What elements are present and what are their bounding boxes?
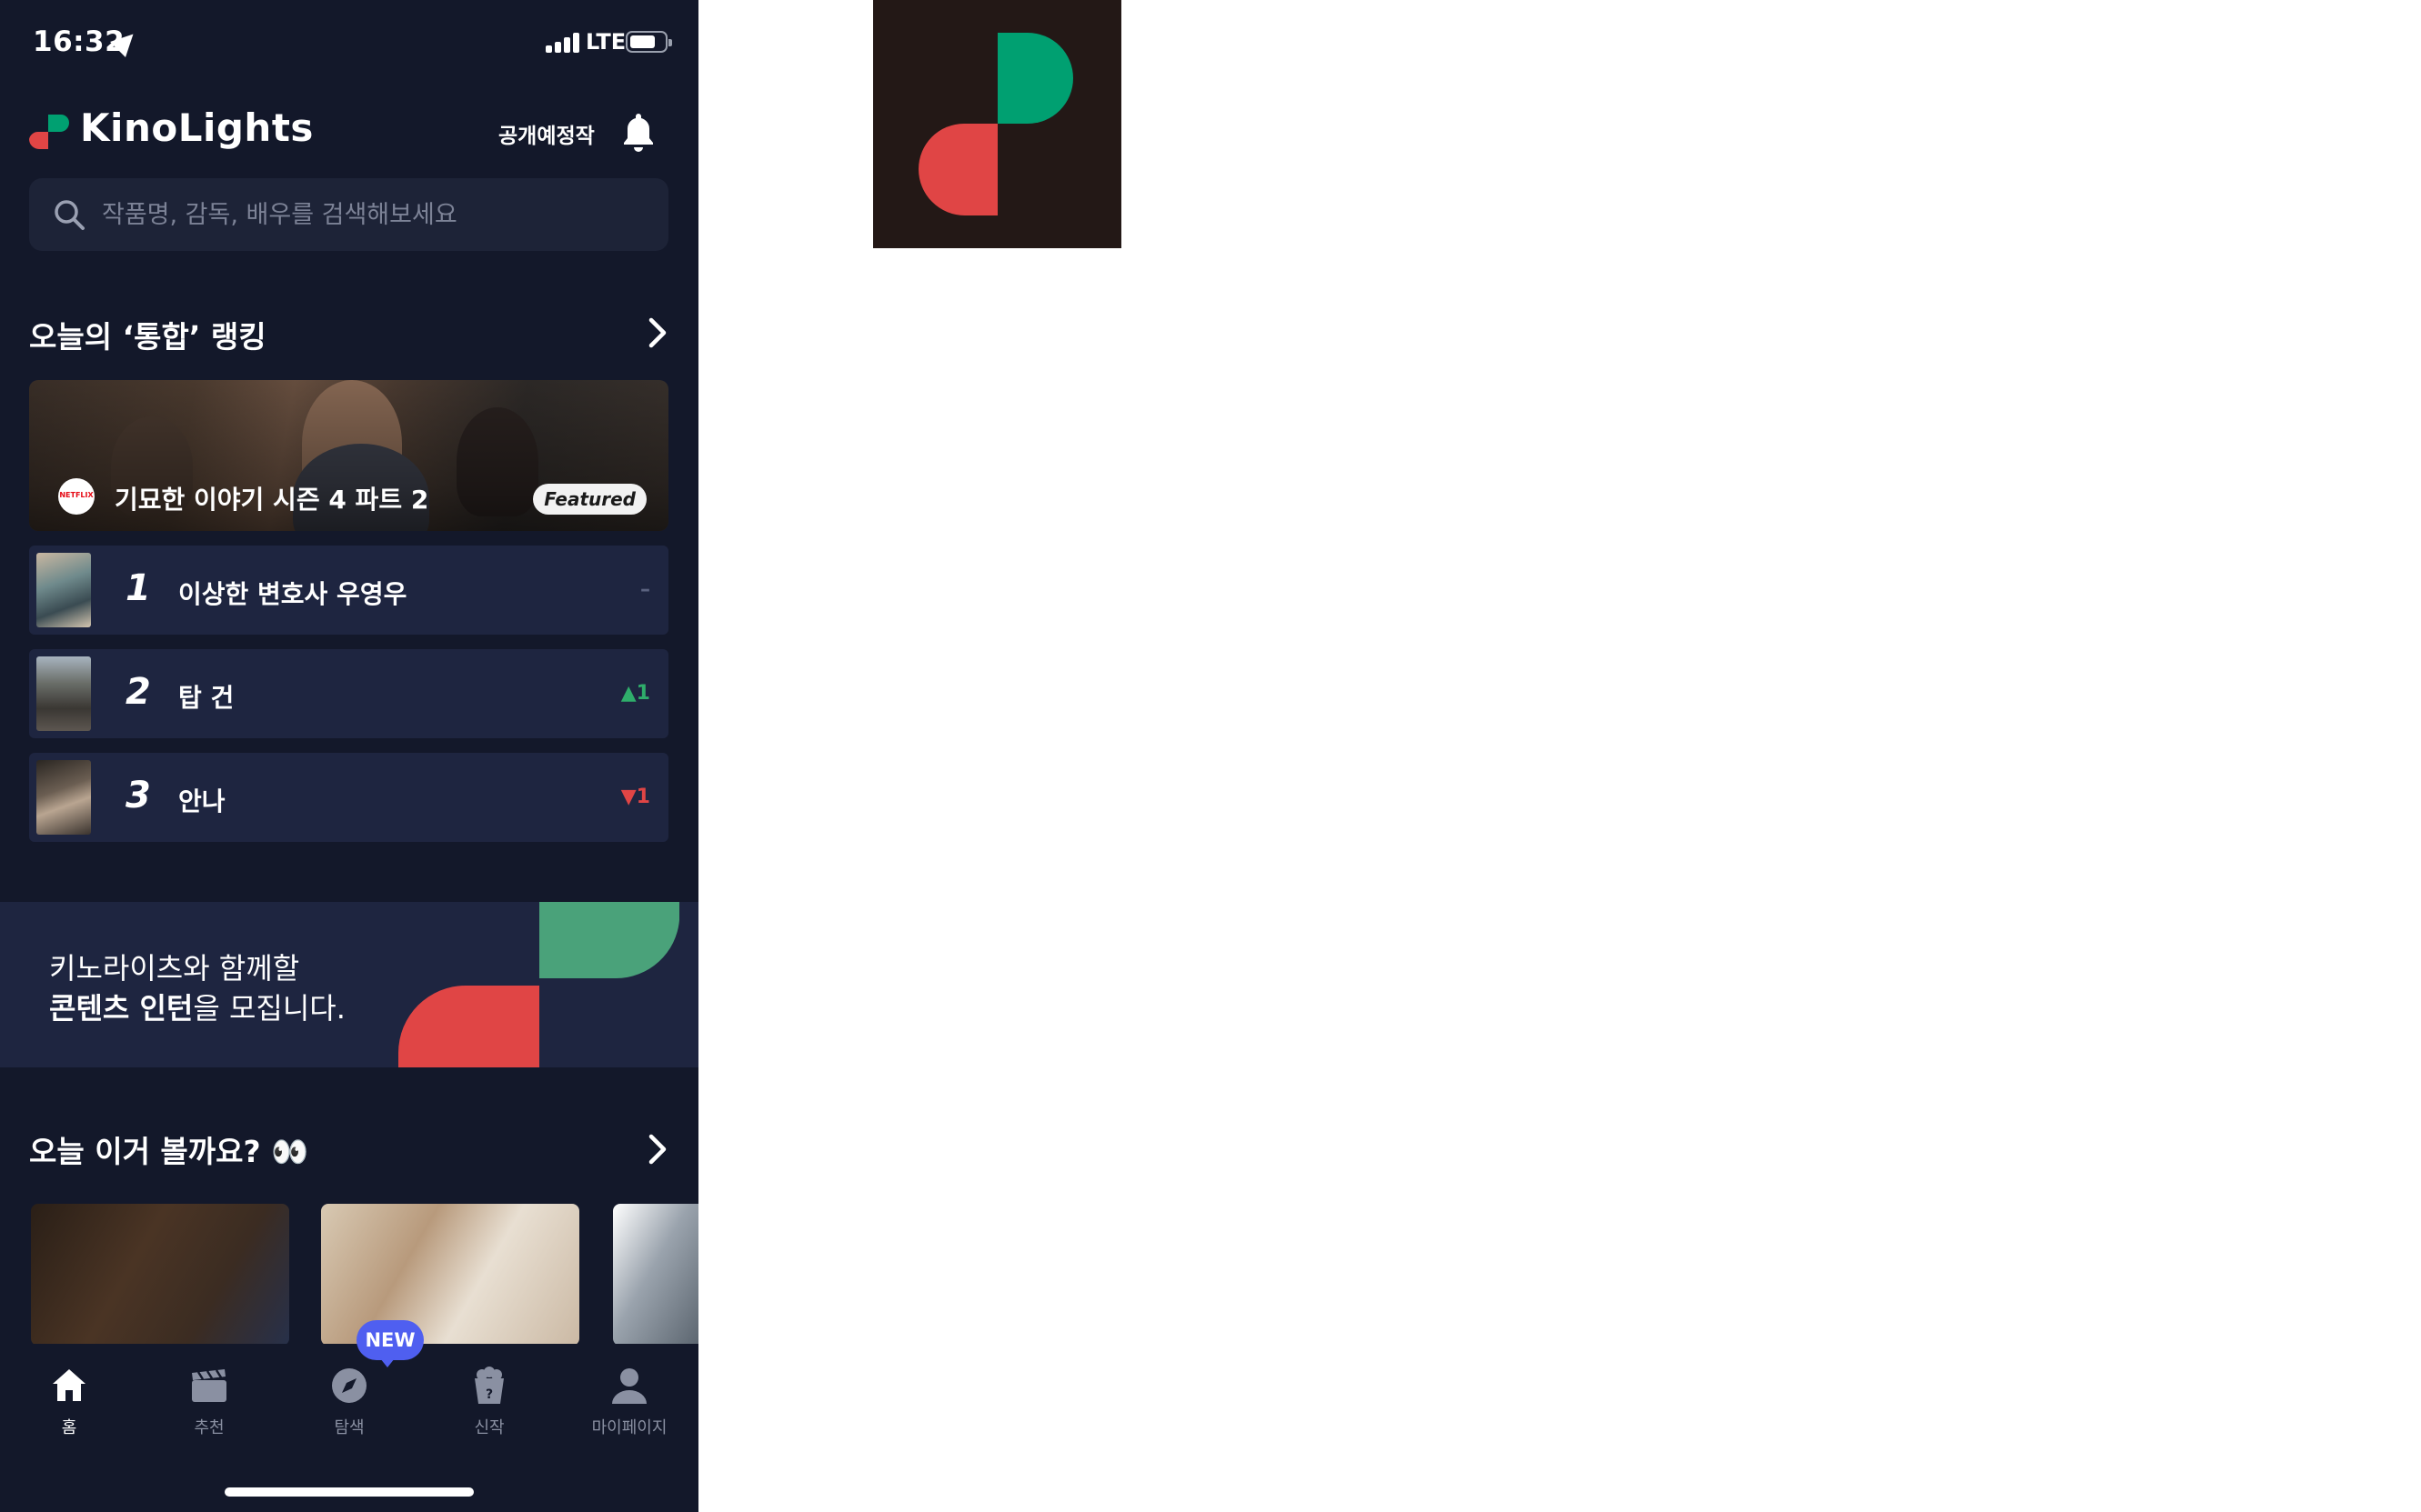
recommend-card[interactable] bbox=[613, 1204, 698, 1346]
home-icon bbox=[53, 1369, 85, 1401]
nav-new-releases[interactable]: ? 신작 bbox=[433, 1344, 542, 1453]
ranking-chevron-right-icon[interactable] bbox=[644, 316, 671, 349]
rank-number: 1 bbox=[126, 567, 151, 609]
banner-line2: 콘텐츠 인턴을 모집니다. bbox=[49, 986, 346, 1027]
search-input[interactable] bbox=[102, 178, 648, 251]
featured-title: 기묘한 이야기 시즌 4 파트 2 bbox=[115, 485, 429, 515]
ranking-section-title: 오늘의 ‘통합’ 랭킹 bbox=[29, 319, 266, 355]
banner-line2-bold: 콘텐츠 인턴 bbox=[49, 991, 194, 1026]
banner-line2-rest: 을 모집니다. bbox=[193, 991, 346, 1026]
poster-thumbnail bbox=[36, 553, 91, 627]
rank-change: – bbox=[640, 578, 650, 601]
ranking-row-3[interactable]: 3 안나 ▼1 bbox=[29, 753, 668, 842]
nav-label: 마이페이지 bbox=[591, 1418, 668, 1437]
kinolights-large-logo-icon bbox=[873, 0, 1121, 248]
ranking-row-1[interactable]: 1 이상한 변호사 우영우 – bbox=[29, 546, 668, 635]
app-logo-text[interactable]: KinoLights bbox=[80, 105, 314, 150]
ranking-row-2[interactable]: 2 탑 건 ▲1 bbox=[29, 649, 668, 738]
recommend-section-title: 오늘 이거 볼까요? 👀 bbox=[29, 1134, 309, 1169]
home-indicator[interactable] bbox=[225, 1487, 474, 1497]
featured-card[interactable]: NETFLIX 기묘한 이야기 시즌 4 파트 2 Featured bbox=[29, 380, 668, 531]
rank-change: ▲1 bbox=[620, 682, 650, 705]
nav-label: 신작 bbox=[474, 1418, 505, 1437]
nav-label: 추천 bbox=[194, 1418, 225, 1437]
rank-title: 탑 건 bbox=[178, 683, 235, 713]
recommend-card[interactable] bbox=[31, 1204, 289, 1346]
intern-recruit-banner[interactable]: 키노라이츠와 함께할 콘텐츠 인턴을 모집니다. bbox=[0, 902, 698, 1067]
clapperboard-icon bbox=[192, 1369, 226, 1402]
popcorn-icon: ? bbox=[475, 1367, 504, 1404]
banner-logo-shape-icon bbox=[398, 902, 679, 1067]
rank-number: 2 bbox=[126, 671, 151, 713]
new-badge: NEW bbox=[357, 1320, 424, 1367]
search-icon bbox=[55, 200, 85, 230]
compass-icon bbox=[332, 1368, 367, 1403]
poster-thumbnail bbox=[36, 656, 91, 731]
recommend-card[interactable] bbox=[321, 1204, 579, 1346]
svg-text:?: ? bbox=[486, 1387, 493, 1402]
featured-badge: Featured bbox=[533, 484, 647, 515]
search-bar[interactable] bbox=[29, 178, 668, 251]
signal-icon bbox=[546, 31, 582, 53]
phone-screen: 16:32 LTE KinoLights 공개예정작 오늘의 ‘통합 bbox=[0, 0, 698, 1512]
nav-label: 탐색 bbox=[334, 1418, 365, 1437]
nav-recommend[interactable]: 추천 bbox=[153, 1344, 262, 1453]
status-bar: 16:32 LTE bbox=[0, 0, 698, 87]
rank-number: 3 bbox=[126, 775, 151, 816]
battery-icon bbox=[626, 31, 672, 53]
netflix-logo-icon: NETFLIX bbox=[58, 478, 95, 515]
person-icon bbox=[612, 1368, 647, 1404]
bell-icon[interactable] bbox=[620, 111, 657, 153]
poster-thumbnail bbox=[36, 760, 91, 835]
app-header: KinoLights 공개예정작 bbox=[0, 100, 698, 164]
recommend-chevron-right-icon[interactable] bbox=[644, 1133, 671, 1166]
nav-home[interactable]: 홈 bbox=[13, 1344, 122, 1453]
upcoming-releases-link[interactable]: 공개예정작 bbox=[498, 118, 595, 149]
rank-change: ▼1 bbox=[620, 786, 650, 808]
kinolights-logo-icon[interactable] bbox=[27, 111, 69, 153]
network-type: LTE bbox=[586, 29, 627, 55]
provider-name: NETFLIX bbox=[59, 491, 94, 499]
nav-mypage[interactable]: 마이페이지 bbox=[573, 1344, 682, 1453]
rank-title: 이상한 변호사 우영우 bbox=[178, 579, 407, 609]
nav-label: 홈 bbox=[61, 1418, 77, 1437]
rank-title: 안나 bbox=[178, 786, 226, 816]
banner-line1: 키노라이츠와 함께할 bbox=[49, 951, 300, 986]
